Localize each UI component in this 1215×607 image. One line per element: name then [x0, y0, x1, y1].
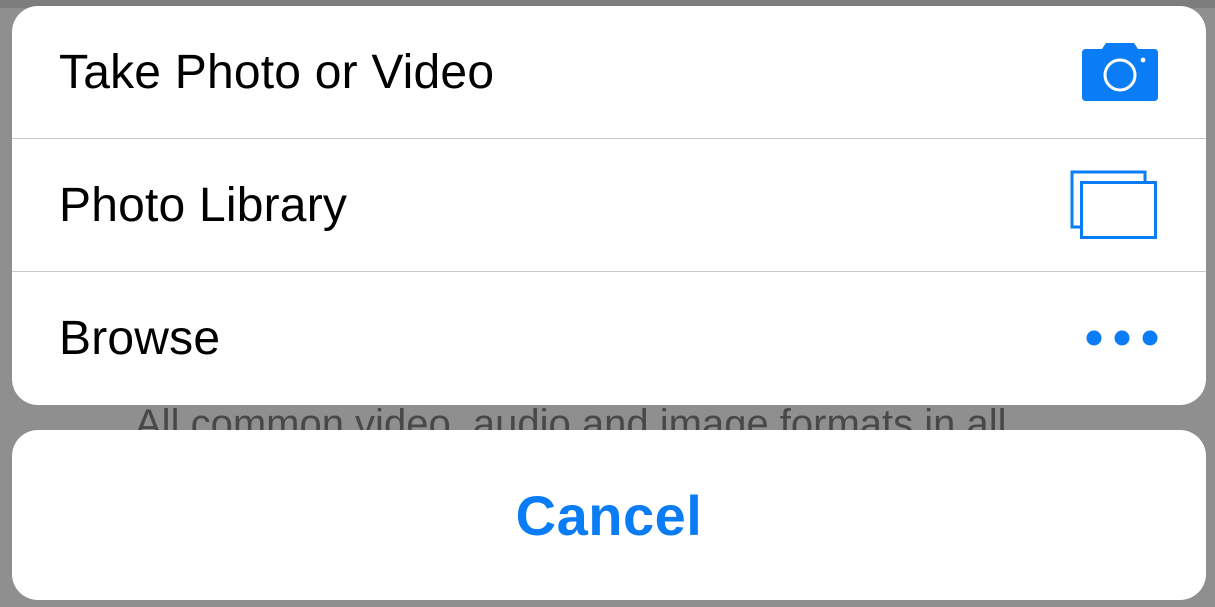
photo-library-label: Photo Library: [59, 178, 348, 232]
photo-library-icon: [1070, 170, 1157, 239]
action-sheet: Take Photo or Video Photo Library Browse: [12, 6, 1206, 405]
more-icon: [1086, 330, 1158, 346]
browse-label: Browse: [59, 311, 221, 365]
camera-icon: [1082, 43, 1158, 101]
take-photo-or-video-label: Take Photo or Video: [59, 45, 495, 99]
take-photo-or-video-option[interactable]: Take Photo or Video: [12, 6, 1206, 138]
cancel-label: Cancel: [515, 483, 703, 547]
browse-option[interactable]: Browse: [12, 272, 1206, 404]
cancel-button[interactable]: Cancel: [12, 430, 1206, 600]
photo-library-option[interactable]: Photo Library: [12, 139, 1206, 271]
